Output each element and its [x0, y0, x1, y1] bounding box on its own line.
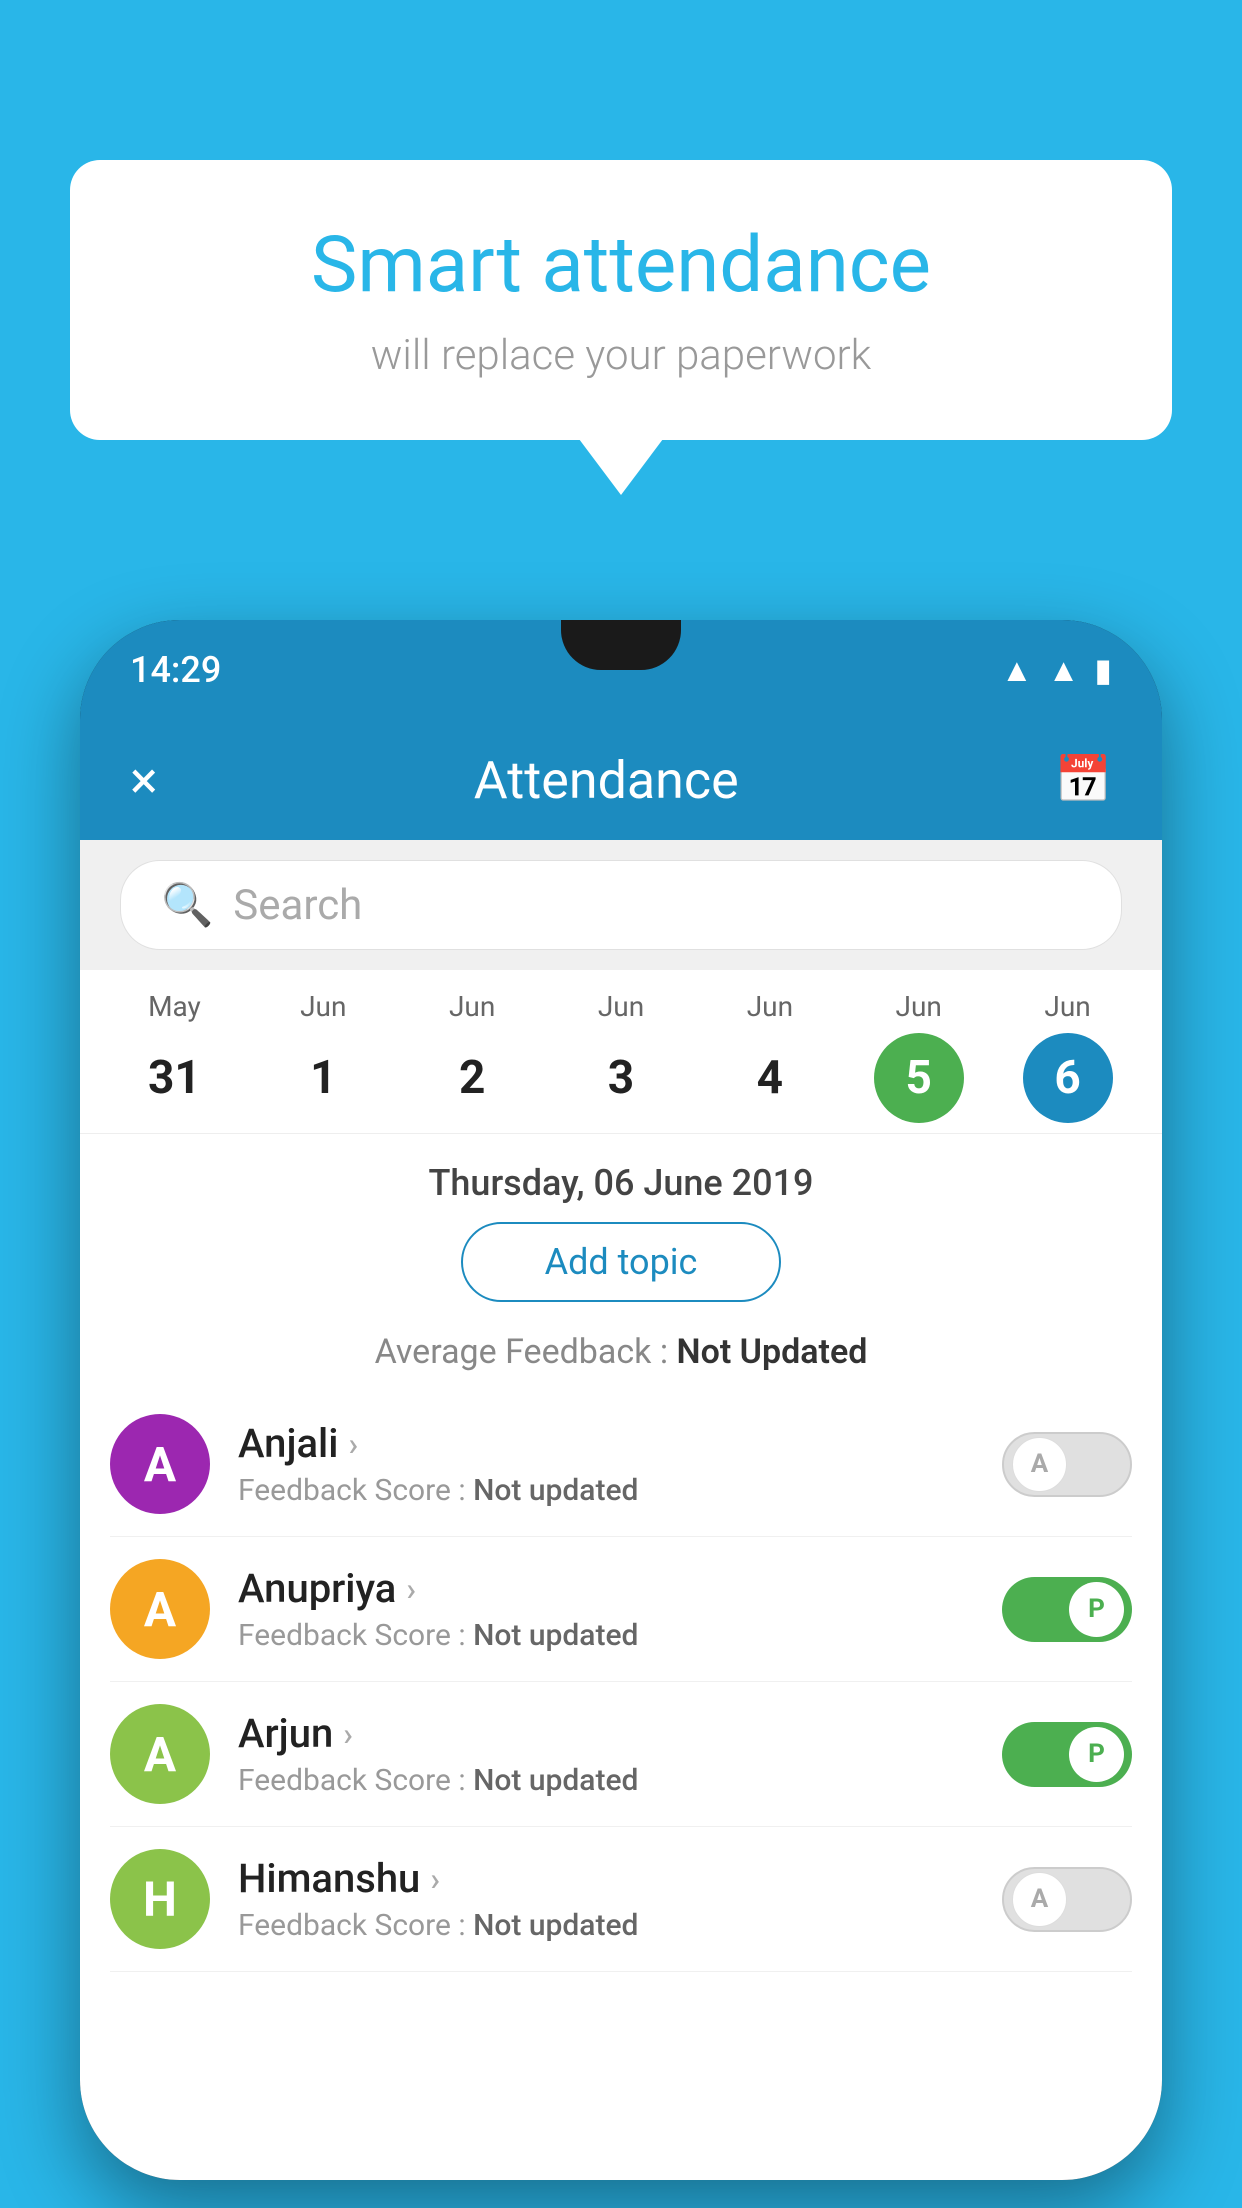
phone-screen: 🔍 Search May 31 Jun 1 Jun 2 Jun 3 Jun 4 Jun 5 Jun 6 T…	[80, 840, 1162, 2180]
calendar-day[interactable]: May 31	[100, 990, 249, 1123]
cal-date-number: 6	[1023, 1033, 1113, 1123]
student-info: Anupriya › Feedback Score : Not updated	[238, 1565, 974, 1653]
battery-icon: ▮	[1094, 651, 1112, 689]
speech-bubble: Smart attendance will replace your paper…	[70, 160, 1172, 440]
avg-feedback-value: Not Updated	[677, 1332, 868, 1372]
student-name: Arjun ›	[238, 1710, 974, 1757]
student-feedback: Feedback Score : Not updated	[238, 1618, 974, 1653]
calendar-day[interactable]: Jun 5	[844, 990, 993, 1123]
attendance-toggle[interactable]: P	[1002, 1577, 1132, 1642]
chevron-icon: ›	[348, 1425, 358, 1463]
close-button[interactable]: ×	[130, 750, 158, 811]
search-placeholder: Search	[233, 881, 362, 930]
student-info: Himanshu › Feedback Score : Not updated	[238, 1855, 974, 1943]
toggle-knob: A	[1012, 1437, 1067, 1492]
cal-month-label: Jun	[398, 990, 547, 1023]
add-topic-button[interactable]: Add topic	[461, 1222, 781, 1302]
cal-date-number: 5	[874, 1033, 964, 1123]
cal-date-number: 3	[576, 1033, 666, 1123]
calendar-day[interactable]: Jun 6	[993, 990, 1142, 1123]
student-item[interactable]: A Anupriya › Feedback Score : Not updated P	[110, 1537, 1132, 1682]
student-avatar: A	[110, 1704, 210, 1804]
student-feedback: Feedback Score : Not updated	[238, 1908, 974, 1943]
wifi-icon: ▲	[1001, 651, 1033, 689]
calendar-day[interactable]: Jun 2	[398, 990, 547, 1123]
attendance-toggle[interactable]: A	[1002, 1867, 1132, 1932]
status-bar: 14:29 ▲ ▲ ▮	[80, 620, 1162, 720]
calendar-strip: May 31 Jun 1 Jun 2 Jun 3 Jun 4 Jun 5 Jun 6	[80, 970, 1162, 1134]
calendar-day[interactable]: Jun 4	[695, 990, 844, 1123]
student-info: Arjun › Feedback Score : Not updated	[238, 1710, 974, 1798]
avg-feedback-label: Average Feedback :	[375, 1332, 669, 1372]
status-icons: ▲ ▲ ▮	[1001, 651, 1112, 689]
student-name: Himanshu ›	[238, 1855, 974, 1902]
cal-month-label: Jun	[547, 990, 696, 1023]
speech-bubble-container: Smart attendance will replace your paper…	[70, 160, 1172, 440]
student-list: AAnjali ›Feedback Score : Not updatedAAA…	[80, 1392, 1162, 1972]
student-avatar: A	[110, 1559, 210, 1659]
toggle-knob: A	[1012, 1872, 1067, 1927]
search-icon: 🔍	[161, 881, 213, 930]
student-info: Anjali › Feedback Score : Not updated	[238, 1420, 974, 1508]
student-feedback: Feedback Score : Not updated	[238, 1473, 974, 1508]
attendance-toggle[interactable]: P	[1002, 1722, 1132, 1787]
cal-month-label: Jun	[695, 990, 844, 1023]
cal-date-number: 31	[129, 1033, 219, 1123]
cal-month-label: Jun	[993, 990, 1142, 1023]
phone-frame: 14:29 ▲ ▲ ▮ × Attendance 📅 🔍 Search May 3…	[80, 620, 1162, 2180]
cal-month-label: Jun	[844, 990, 993, 1023]
cal-month-label: Jun	[249, 990, 398, 1023]
cal-date-number: 1	[278, 1033, 368, 1123]
chevron-icon: ›	[406, 1570, 416, 1608]
student-feedback: Feedback Score : Not updated	[238, 1763, 974, 1798]
status-time: 14:29	[130, 649, 221, 691]
search-bar-container: 🔍 Search	[80, 840, 1162, 970]
student-name: Anjali ›	[238, 1420, 974, 1467]
chevron-icon: ›	[430, 1860, 440, 1898]
calendar-button[interactable]: 📅	[1055, 753, 1112, 807]
student-name: Anupriya ›	[238, 1565, 974, 1612]
selected-date: Thursday, 06 June 2019	[80, 1134, 1162, 1222]
avg-feedback: Average Feedback : Not Updated	[80, 1322, 1162, 1392]
app-header: × Attendance 📅	[80, 720, 1162, 840]
signal-icon: ▲	[1048, 651, 1080, 689]
student-item[interactable]: A Anjali › Feedback Score : Not updated A	[110, 1392, 1132, 1537]
student-item[interactable]: H Himanshu › Feedback Score : Not updated A	[110, 1827, 1132, 1972]
cal-date-number: 2	[427, 1033, 517, 1123]
chevron-icon: ›	[343, 1715, 353, 1753]
student-avatar: A	[110, 1414, 210, 1514]
phone-notch	[561, 620, 681, 670]
student-item[interactable]: A Arjun › Feedback Score : Not updated P	[110, 1682, 1132, 1827]
student-avatar: H	[110, 1849, 210, 1949]
cal-date-number: 4	[725, 1033, 815, 1123]
toggle-knob: P	[1069, 1582, 1124, 1637]
app-title: Attendance	[474, 750, 739, 811]
calendar-day[interactable]: Jun 1	[249, 990, 398, 1123]
search-bar[interactable]: 🔍 Search	[120, 860, 1122, 950]
attendance-toggle[interactable]: A	[1002, 1432, 1132, 1497]
calendar-day[interactable]: Jun 3	[547, 990, 696, 1123]
toggle-knob: P	[1069, 1727, 1124, 1782]
speech-bubble-title: Smart attendance	[140, 220, 1102, 311]
cal-month-label: May	[100, 990, 249, 1023]
speech-bubble-subtitle: will replace your paperwork	[140, 331, 1102, 380]
